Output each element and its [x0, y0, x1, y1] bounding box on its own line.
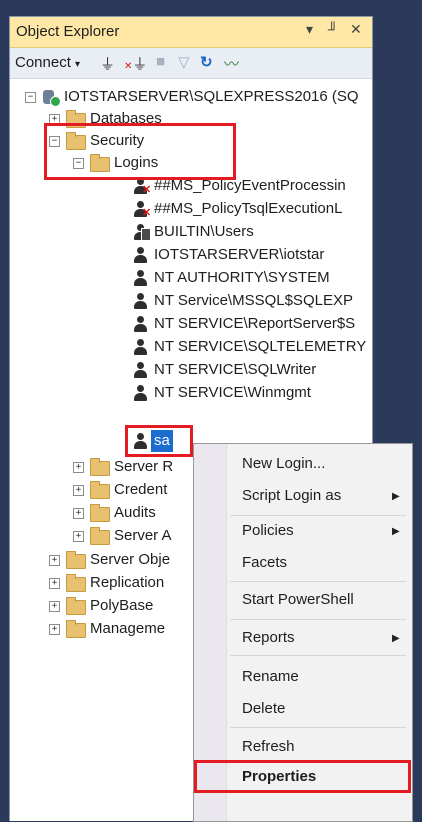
collapse-icon[interactable]: −: [25, 92, 36, 103]
pin-icon[interactable]: ╜: [328, 21, 338, 37]
object-explorer-toolbar: Connect ▾ ⏚ ✕⏚ ■ ▽ ↻ 〰: [10, 48, 372, 79]
folder-icon: [90, 504, 110, 522]
sa-login-highlight: [125, 425, 193, 457]
tree-node-management[interactable]: + Manageme: [10, 618, 200, 640]
close-icon[interactable]: ✕: [350, 21, 362, 38]
tree-node-server-roles[interactable]: + Server R: [10, 456, 200, 478]
login-user-icon: [132, 361, 150, 379]
folder-icon: [66, 574, 86, 592]
login-item[interactable]: NT SERVICE\SQLWriter: [10, 359, 372, 381]
menu-separator: [230, 515, 406, 516]
tree-node-label: PolyBase: [90, 597, 154, 614]
login-user-icon: [132, 384, 150, 402]
properties-highlight: [194, 760, 411, 793]
expand-icon[interactable]: +: [49, 624, 60, 635]
tree-node-audits[interactable]: + Audits: [10, 502, 200, 524]
chevron-down-icon: ▾: [75, 59, 81, 70]
tree-node-label: Replication: [90, 574, 165, 591]
menu-item-refresh[interactable]: Refresh: [242, 738, 295, 755]
login-user-icon: [132, 315, 150, 333]
menu-separator: [230, 619, 406, 620]
menu-item-start-powershell[interactable]: Start PowerShell: [242, 591, 354, 608]
stop-icon[interactable]: ■: [156, 53, 165, 70]
folder-icon: [90, 527, 110, 545]
activity-monitor-icon[interactable]: 〰: [224, 53, 239, 74]
tree-node-label: Server R: [114, 458, 174, 475]
disconnect-icon[interactable]: ✕⏚: [124, 53, 147, 74]
expand-icon[interactable]: +: [49, 555, 60, 566]
expand-icon[interactable]: +: [49, 578, 60, 589]
tree-node-label: Credent: [114, 481, 168, 498]
expand-icon[interactable]: +: [49, 601, 60, 612]
menu-item-new-login[interactable]: New Login...: [242, 455, 325, 472]
expand-icon[interactable]: +: [73, 485, 84, 496]
login-label: NT SERVICE\SQLTELEMETRY: [154, 338, 367, 355]
login-label: IOTSTARSERVER\iotstar: [154, 246, 325, 263]
filter-icon[interactable]: ▽: [178, 53, 190, 71]
panel-title: Object Explorer: [16, 23, 120, 40]
folder-icon: [66, 551, 86, 569]
login-label: NT SERVICE\ReportServer$S: [154, 315, 356, 332]
login-label: NT SERVICE\Winmgmt: [154, 384, 311, 401]
login-item[interactable]: BUILTIN\Users: [10, 221, 372, 243]
expand-icon[interactable]: +: [73, 462, 84, 473]
login-label: NT SERVICE\SQLWriter: [154, 361, 317, 378]
group-login-icon: [132, 223, 151, 241]
submenu-arrow-icon: ▶: [392, 633, 400, 644]
connect-button[interactable]: Connect ▾: [15, 54, 80, 71]
tree-node-label: Manageme: [90, 620, 166, 637]
login-item[interactable]: NT SERVICE\ReportServer$S: [10, 313, 372, 335]
submenu-arrow-icon: ▶: [392, 526, 400, 537]
server-icon: [42, 89, 61, 107]
login-user-icon: [132, 246, 150, 264]
login-item[interactable]: ✕ ##MS_PolicyTsqlExecutionL: [10, 198, 372, 220]
login-user-icon: [132, 338, 150, 356]
folder-icon: [66, 597, 86, 615]
object-explorer-title-bar: Object Explorer ▾ ╜ ✕: [10, 17, 372, 48]
tree-node-server[interactable]: − IOTSTARSERVER\SQLEXPRESS2016 (SQ: [10, 86, 372, 108]
tree-node-server-audit-specs[interactable]: + Server A: [10, 525, 200, 547]
menu-item-delete[interactable]: Delete: [242, 700, 285, 717]
submenu-arrow-icon: ▶: [392, 491, 400, 502]
login-label: BUILTIN\Users: [154, 223, 254, 240]
menu-separator: [230, 727, 406, 728]
menu-separator: [230, 581, 406, 582]
login-label: NT Service\MSSQL$SQLEXP: [154, 292, 353, 309]
menu-item-script-login-as[interactable]: Script Login as: [242, 487, 341, 504]
menu-item-reports[interactable]: Reports: [242, 629, 295, 646]
server-label: IOTSTARSERVER\SQLEXPRESS2016 (SQ: [64, 88, 359, 105]
refresh-icon[interactable]: ↻: [200, 53, 213, 71]
tree-node-credentials[interactable]: + Credent: [10, 479, 200, 501]
tree-node-label: Server Obje: [90, 551, 171, 568]
expand-icon[interactable]: +: [73, 531, 84, 542]
tree-node-polybase[interactable]: + PolyBase: [10, 595, 200, 617]
folder-icon: [90, 481, 110, 499]
folder-icon: [90, 458, 110, 476]
plug-icon[interactable]: ⏚: [100, 53, 115, 74]
menu-item-facets[interactable]: Facets: [242, 554, 287, 571]
login-label: ##MS_PolicyTsqlExecutionL: [154, 200, 343, 217]
disabled-login-icon: ✕: [132, 200, 151, 219]
tree-node-server-objects[interactable]: + Server Obje: [10, 549, 200, 571]
security-logins-highlight: [44, 123, 236, 180]
menu-item-rename[interactable]: Rename: [242, 668, 299, 685]
dropdown-icon[interactable]: ▾: [306, 21, 313, 38]
tree-node-replication[interactable]: + Replication: [10, 572, 200, 594]
menu-item-policies[interactable]: Policies: [242, 522, 294, 539]
login-label: NT AUTHORITY\SYSTEM: [154, 269, 330, 286]
login-item[interactable]: NT AUTHORITY\SYSTEM: [10, 267, 372, 289]
expand-icon[interactable]: +: [73, 508, 84, 519]
login-item[interactable]: IOTSTARSERVER\iotstar: [10, 244, 372, 266]
login-user-icon: [132, 269, 150, 287]
login-user-icon: [132, 292, 150, 310]
login-item[interactable]: NT Service\MSSQL$SQLEXP: [10, 290, 372, 312]
menu-separator: [230, 655, 406, 656]
tree-node-label: Audits: [114, 504, 156, 521]
tree-node-label: Server A: [114, 527, 172, 544]
folder-icon: [66, 620, 86, 638]
login-item[interactable]: NT SERVICE\SQLTELEMETRY: [10, 336, 372, 358]
login-item[interactable]: NT SERVICE\Winmgmt: [10, 382, 372, 404]
connect-label: Connect: [15, 54, 71, 71]
